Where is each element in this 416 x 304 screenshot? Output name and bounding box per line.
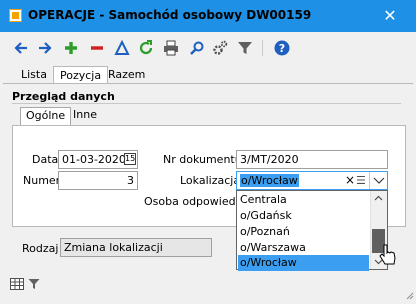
tab-pozycja[interactable]: Pozycja: [53, 66, 109, 84]
calendar-icon[interactable]: 15: [124, 153, 136, 165]
chevron-down-icon[interactable]: [369, 172, 387, 189]
nr-dokumentu-field[interactable]: 3/MT/2020: [236, 150, 388, 169]
resize-grip-icon[interactable]: [406, 290, 414, 300]
status-bar: [0, 272, 416, 294]
mouse-cursor: [378, 244, 396, 268]
nr-dokumentu-label: Nr dokumentu: [163, 153, 242, 166]
filter-icon[interactable]: [237, 40, 253, 56]
filter-small-icon[interactable]: [28, 278, 40, 290]
list-item[interactable]: o/Warszawa: [238, 240, 369, 256]
scroll-up-icon[interactable]: [372, 193, 385, 203]
arrow-left-icon[interactable]: [13, 40, 29, 56]
osoba-label: Osoba odpowiedz.: [144, 195, 245, 208]
window-title: OPERACJE - Samochód osobowy DW00159: [28, 8, 312, 22]
app-icon: [9, 9, 22, 22]
rodzaj-field: Zmiana lokalizacji: [60, 238, 212, 257]
rodzaj-label: Rodzaj: [22, 242, 59, 255]
section-title: Przegląd danych: [12, 90, 115, 103]
settings-icon[interactable]: [212, 40, 228, 56]
print-icon[interactable]: [163, 40, 179, 56]
list-icon[interactable]: ☰: [356, 172, 366, 189]
numer-field[interactable]: 3: [58, 171, 138, 190]
arrow-right-icon[interactable]: [37, 40, 53, 56]
list-item-selected[interactable]: o/Wrocław: [238, 255, 369, 271]
list-item[interactable]: o/Gdańsk: [238, 208, 369, 224]
grid-icon[interactable]: [10, 278, 24, 290]
search-icon[interactable]: [189, 40, 205, 56]
help-icon[interactable]: ?: [274, 40, 290, 56]
lokalizacja-value: o/Wrocław: [240, 174, 299, 187]
tab-razem[interactable]: Razem: [102, 66, 151, 84]
triangle-icon[interactable]: [114, 40, 130, 56]
section-divider: [12, 103, 401, 104]
refresh-icon[interactable]: [138, 40, 154, 56]
minus-icon[interactable]: [89, 40, 105, 56]
data-label: Data: [32, 153, 59, 166]
plus-icon[interactable]: [63, 40, 79, 56]
lokalizacja-label: Lokalizacja: [180, 174, 241, 187]
clear-icon[interactable]: ×: [345, 172, 355, 189]
close-button[interactable]: ✕: [379, 5, 401, 27]
list-item[interactable]: o/Poznań: [238, 224, 369, 240]
numer-label: Numer: [23, 174, 61, 187]
list-item[interactable]: Centrala: [238, 192, 369, 208]
subtab-ogolne[interactable]: Ogólne: [20, 107, 72, 125]
toolbar-separator: [262, 40, 263, 56]
lokalizacja-dropdown[interactable]: Centrala o/Gdańsk o/Poznań o/Warszawa o/…: [236, 190, 388, 271]
tab-lista[interactable]: Lista: [15, 66, 53, 84]
data-value: 01-03-2020: [62, 153, 126, 166]
subtab-inne[interactable]: Inne: [68, 107, 102, 125]
svg-text:?: ?: [279, 42, 285, 55]
